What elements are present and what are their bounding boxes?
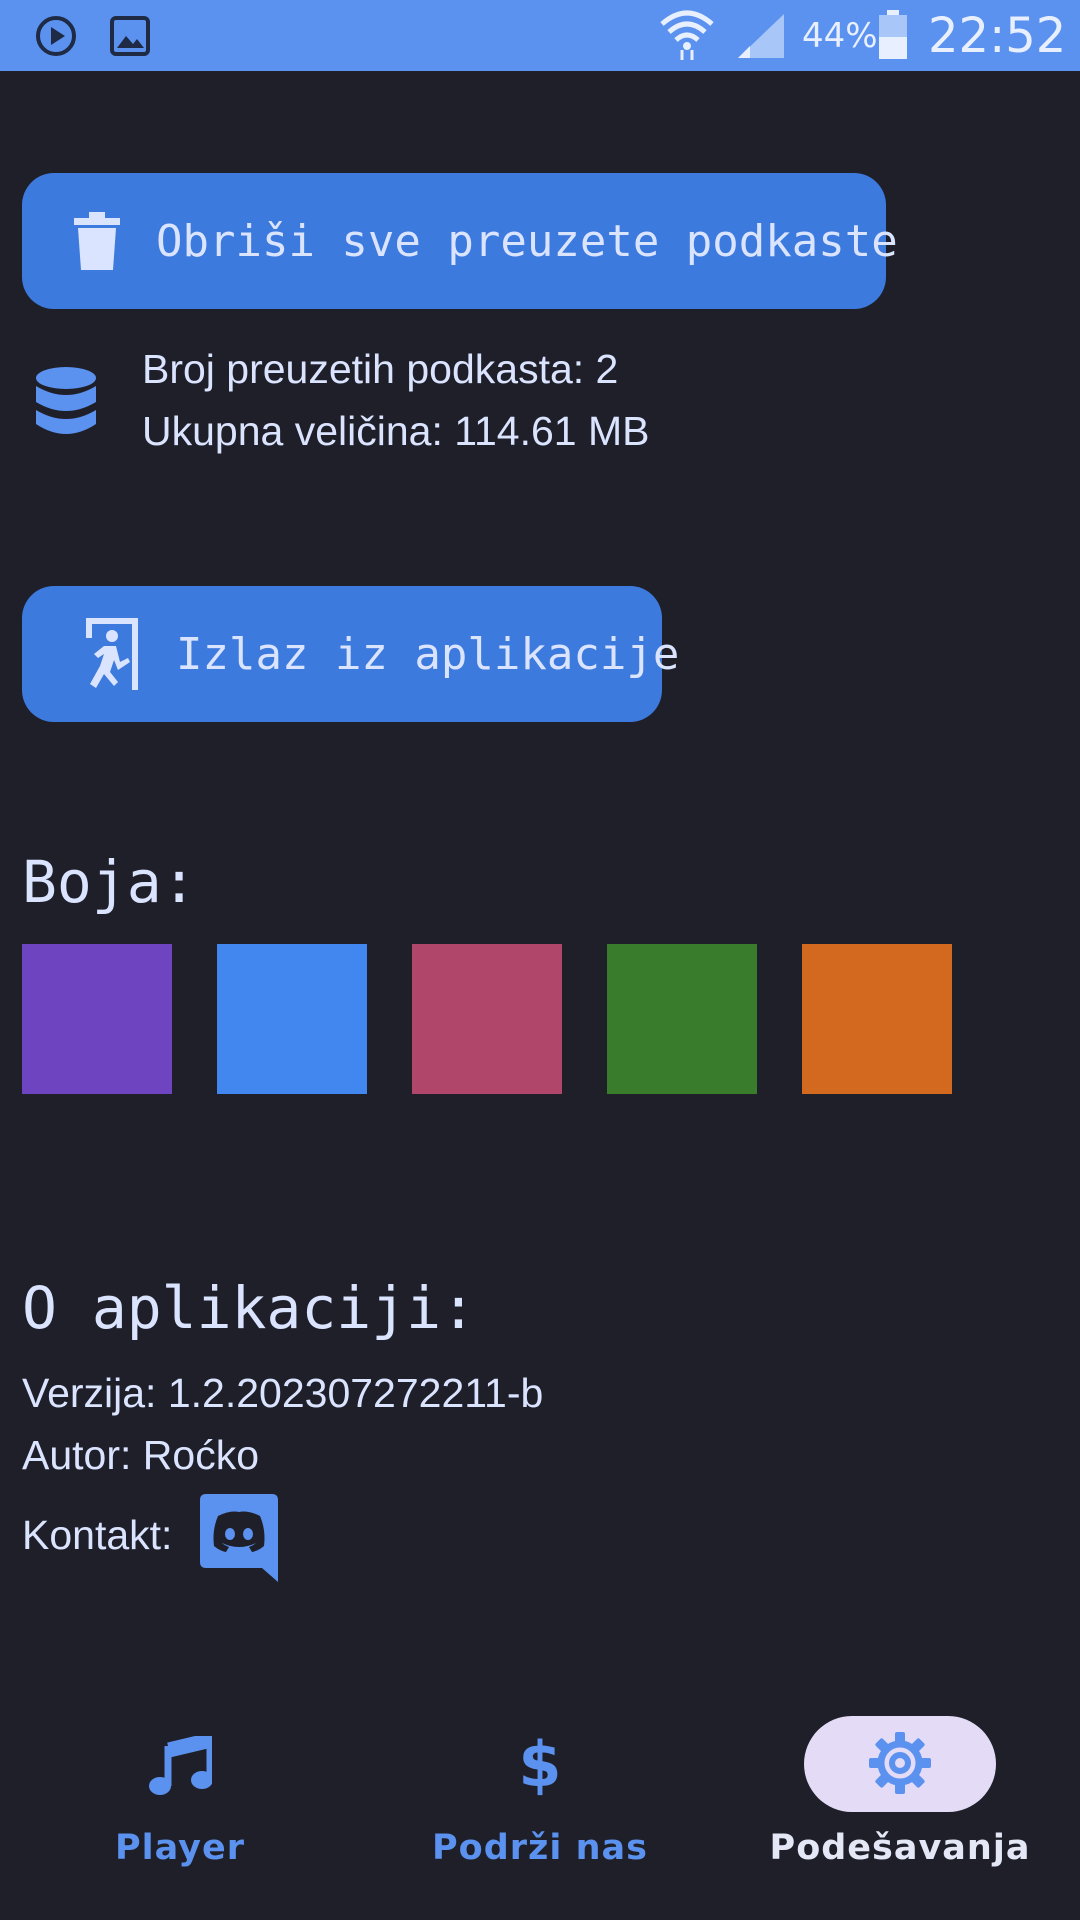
play-circle-icon [34, 14, 78, 63]
downloaded-count: Broj preuzetih podkasta: 2 [142, 346, 619, 392]
nav-support-label: Podrži nas [432, 1828, 648, 1868]
total-size: Ukupna veličina: 114.61 MB [142, 408, 650, 454]
exit-app-label: Izlaz iz aplikacije [176, 628, 680, 680]
color-swatch-blue[interactable] [217, 944, 367, 1094]
nav-support[interactable]: $ Podrži nas [360, 1710, 720, 1920]
signal-icon [736, 12, 786, 65]
nav-settings[interactable]: Podešavanja [720, 1710, 1080, 1920]
delete-all-downloads-button[interactable]: Obriši sve preuzete podkaste [22, 173, 898, 309]
music-note-icon [148, 1736, 212, 1796]
trash-icon [74, 212, 120, 270]
color-swatch-orange[interactable] [802, 944, 952, 1094]
battery-percent: 44% [802, 16, 878, 56]
nav-settings-label: Podešavanja [769, 1828, 1031, 1868]
delete-all-downloads-label: Obriši sve preuzete podkaste [156, 215, 898, 267]
gear-icon [869, 1732, 931, 1794]
color-heading: Boja: [22, 848, 197, 916]
battery-icon [878, 10, 908, 65]
clock: 22:52 [928, 8, 1067, 64]
contact-label: Kontakt: [22, 1512, 173, 1558]
status-bar: 44% 22:52 [0, 0, 1080, 71]
nav-player-label: Player [114, 1828, 245, 1868]
color-swatch-green[interactable] [607, 944, 757, 1094]
wifi-icon [658, 6, 716, 67]
exit-door-icon [82, 618, 140, 690]
author-text: Autor: Roćko [22, 1432, 259, 1478]
color-swatch-pink[interactable] [412, 944, 562, 1094]
color-swatch-purple[interactable] [22, 944, 172, 1094]
discord-icon[interactable] [200, 1494, 278, 1587]
exit-app-button[interactable]: Izlaz iz aplikacije [22, 586, 679, 722]
version-text: Verzija: 1.2.202307272211-b [22, 1370, 544, 1416]
image-icon [108, 14, 152, 63]
about-heading: O aplikaciji: [22, 1274, 476, 1342]
dollar-icon: $ [518, 1728, 562, 1801]
database-icon [34, 366, 98, 443]
nav-player[interactable]: Player [0, 1710, 360, 1920]
